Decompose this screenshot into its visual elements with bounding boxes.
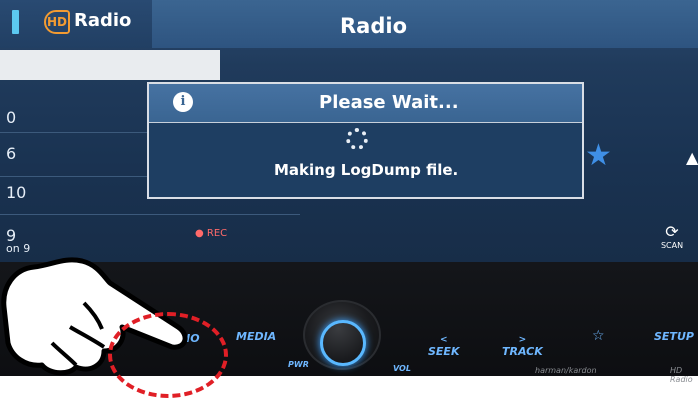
scan-icon: ⟳ bbox=[665, 222, 679, 241]
next-arrow-icon[interactable]: ▲ bbox=[686, 148, 698, 167]
hd-radio-label: Radio bbox=[74, 10, 132, 31]
preset-number[interactable]: 0 bbox=[6, 108, 16, 127]
list-divider bbox=[0, 214, 300, 215]
track-label: TRACK bbox=[502, 345, 543, 358]
screen-header: HD Radio Radio bbox=[0, 0, 698, 48]
info-icon: i bbox=[173, 92, 193, 112]
tab-indicator bbox=[12, 10, 19, 34]
hd-radio-brand-logo: HD Radio bbox=[670, 366, 693, 384]
track-forward-icon: > bbox=[518, 335, 527, 345]
track-button[interactable]: > TRACK bbox=[502, 335, 543, 358]
rec-label: REC bbox=[206, 228, 228, 239]
preset-number[interactable]: 6 bbox=[6, 144, 16, 163]
setup-button[interactable]: SETUP bbox=[654, 330, 694, 343]
seek-label: SEEK bbox=[428, 345, 460, 358]
spinner-icon bbox=[346, 128, 368, 150]
seek-back-icon: < bbox=[439, 335, 448, 345]
media-button[interactable]: MEDIA bbox=[236, 330, 276, 343]
dialog-header: i Please Wait... bbox=[149, 84, 582, 123]
star-icon[interactable]: ★ bbox=[585, 138, 612, 173]
volume-label: VOL bbox=[393, 364, 411, 373]
scan-label: SCAN bbox=[660, 241, 684, 250]
please-wait-dialog: i Please Wait... Making LogDump file. bbox=[147, 82, 584, 199]
seek-button[interactable]: < SEEK bbox=[428, 335, 459, 358]
station-info-panel bbox=[0, 50, 220, 80]
harman-kardon-logo: harman/kardon bbox=[535, 366, 597, 375]
scan-button[interactable]: ⟳ SCAN bbox=[657, 222, 687, 250]
preset-number[interactable]: 10 bbox=[6, 183, 26, 202]
hd-logo-icon: HD bbox=[44, 10, 70, 34]
page-title: Radio bbox=[340, 14, 407, 38]
radio-screen: HD Radio Radio 0 6 10 9 on 9 ● REC ★ ▲ ⟳… bbox=[0, 0, 698, 262]
highlight-circle bbox=[108, 312, 228, 398]
power-button[interactable]: PWR bbox=[288, 360, 309, 369]
dialog-message: Making LogDump file. bbox=[274, 161, 459, 179]
hd-radio-tab[interactable]: HD Radio bbox=[0, 0, 152, 48]
volume-knob-ring bbox=[320, 320, 366, 366]
dialog-title: Please Wait... bbox=[319, 92, 459, 113]
favorite-star-icon[interactable]: ☆ bbox=[592, 328, 605, 344]
rec-indicator: ● REC bbox=[195, 228, 228, 239]
